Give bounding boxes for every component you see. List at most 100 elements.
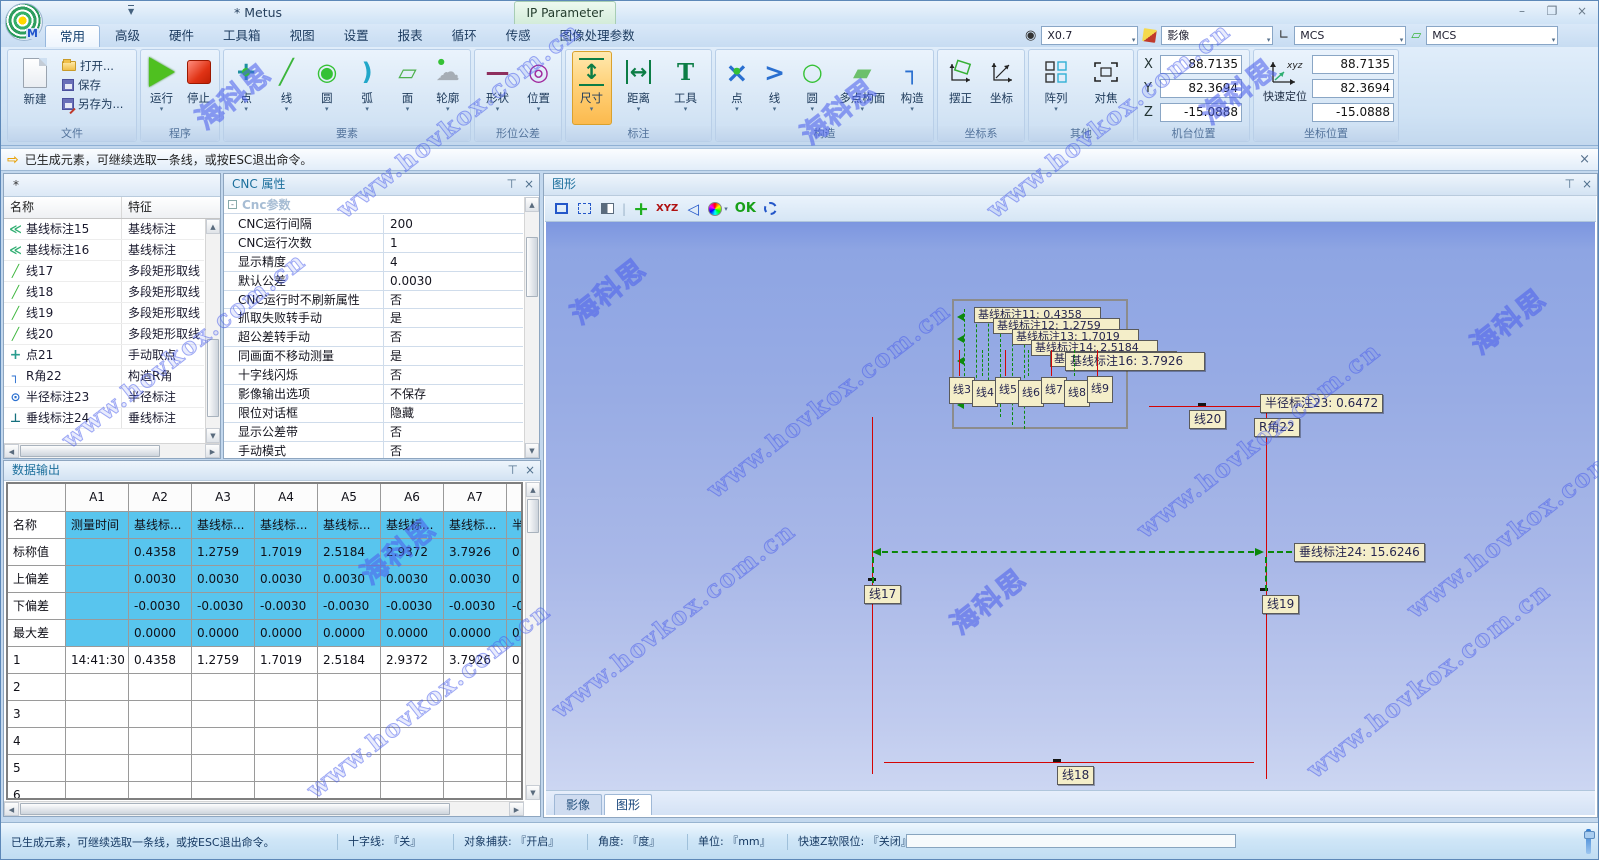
color-picker-button[interactable]: ▾ <box>708 200 728 218</box>
element-button[interactable]: 轮廓 ▾ <box>428 51 468 125</box>
line20-geometry[interactable] <box>1149 406 1262 407</box>
tree-row[interactable]: R角22 构造R角 <box>4 366 204 387</box>
tree-row[interactable]: 线18 多段矩形取线 <box>4 282 204 303</box>
property-value[interactable]: 0.0030 <box>384 272 523 290</box>
maximize-button[interactable]: ❐ <box>1544 4 1560 18</box>
panel-close-icon[interactable]: × <box>525 461 535 480</box>
table-row[interactable]: 5 <box>8 755 521 782</box>
tree-vertical-scrollbar[interactable]: ▲ ▼ <box>205 219 220 443</box>
scroll-right-icon[interactable]: ▶ <box>205 444 220 458</box>
graphics-canvas[interactable]: 基线标注11: 0.4358基线标注12: 1.2759基线标注13: 1.70… <box>546 222 1595 790</box>
save-as-button[interactable]: 另存为... <box>62 94 123 113</box>
table-row[interactable]: 名称 测量时间 基线标... 基线标... 基线标... 基线标... 基线标.… <box>8 512 521 539</box>
perpendicular-dimension-label[interactable]: 垂线标注24: 15.6246 <box>1294 543 1425 562</box>
tree-horizontal-scrollbar[interactable]: ◀ ▶ <box>4 443 220 458</box>
target-icon[interactable]: ◉ <box>1025 29 1036 43</box>
property-value[interactable]: 4 <box>384 253 523 271</box>
ribbon-tab[interactable]: 高级 <box>101 25 154 47</box>
ribbon-tab[interactable]: 视图 <box>276 25 329 47</box>
ribbon-tab[interactable]: 报表 <box>384 25 437 47</box>
element-button[interactable]: 面 ▾ <box>387 51 427 125</box>
table-row[interactable]: 2 <box>8 674 521 701</box>
table-row[interactable]: 3 <box>8 701 521 728</box>
machine-x-value[interactable]: 88.7135 <box>1160 55 1242 74</box>
column-name[interactable]: 名称 <box>4 197 122 218</box>
coordinate-system-combo[interactable]: MCS▾ <box>1294 26 1406 45</box>
table-row[interactable]: 下偏差 -0.0030 -0.0030 -0.0030 -0.0030 -0.0… <box>8 593 521 620</box>
annotate-button[interactable]: 工具 ▾ <box>666 51 706 125</box>
coordinate-button[interactable]: 坐标 <box>982 51 1022 125</box>
new-button[interactable]: 新建 <box>11 52 59 126</box>
scroll-right-icon[interactable]: ▶ <box>509 802 524 816</box>
table-row[interactable]: 标称值 0.4358 1.2759 1.7019 2.5184 2.9372 3… <box>8 539 521 566</box>
line20-label[interactable]: 线20 <box>1189 410 1226 429</box>
tree-row[interactable]: 垂线标注24 垂线标注 <box>4 408 204 429</box>
add-point-button[interactable]: + <box>633 200 649 218</box>
property-value[interactable]: 200 <box>384 215 523 233</box>
scroll-down-icon[interactable]: ▼ <box>525 443 539 458</box>
baseline-dimension-label-front[interactable]: 基线标注16: 3.7926 <box>1065 352 1205 371</box>
table-row[interactable]: 4 <box>8 728 521 755</box>
ribbon-tab[interactable]: 设置 <box>330 25 383 47</box>
xyz-readout-button[interactable]: XYZ <box>656 200 678 218</box>
gdt-button[interactable]: 形状 ▾ <box>478 51 518 125</box>
scroll-left-icon[interactable]: ◀ <box>4 444 19 458</box>
property-row[interactable]: 同画面不移动测量 是 <box>224 347 523 366</box>
data-vertical-scrollbar[interactable]: ▲ ▼ <box>525 482 540 800</box>
table-row[interactable]: 上偏差 0.0030 0.0030 0.0030 0.0030 0.0030 0… <box>8 566 521 593</box>
table-row[interactable]: 最大差 0.0000 0.0000 0.0000 0.0000 0.0000 0… <box>8 620 521 647</box>
property-row[interactable]: 十字线闪烁 否 <box>224 366 523 385</box>
ribbon-tab[interactable]: 图像处理参数 <box>546 25 649 47</box>
machine-y-value[interactable]: 82.3694 <box>1160 79 1242 98</box>
gdt-button[interactable]: 位置 ▾ <box>519 51 559 125</box>
scroll-down-icon[interactable]: ▼ <box>206 428 220 443</box>
status-item[interactable]: 角度: 『度』 <box>587 834 660 850</box>
align-button[interactable]: 摆正 <box>941 51 981 125</box>
ribbon-tab[interactable]: 传感 <box>492 25 545 47</box>
line17-label[interactable]: 线17 <box>864 585 901 604</box>
coord-z-value[interactable]: -15.0888 <box>1312 103 1394 122</box>
z-slider-icon[interactable] <box>1586 829 1591 854</box>
construct-button[interactable]: 圆 ▾ <box>793 51 831 125</box>
line-label-small[interactable]: 线9 <box>1087 376 1113 403</box>
property-row[interactable]: 显示精度 4 <box>224 253 523 272</box>
status-item[interactable]: 十字线: 『关』 <box>337 834 421 850</box>
coordinate-system-combo-2[interactable]: MCS▾ <box>1426 26 1558 45</box>
property-value[interactable]: 不保存 <box>384 385 523 403</box>
view-mode-combo[interactable]: 影像▾ <box>1161 26 1273 45</box>
ribbon-tab[interactable]: 常用 <box>45 25 100 47</box>
element-button[interactable]: 圆 ▾ <box>307 51 347 125</box>
scroll-thumb[interactable] <box>207 339 219 417</box>
machine-z-value[interactable]: -15.0888 <box>1160 103 1242 122</box>
cnc-vertical-scrollbar[interactable]: ▲ ▼ <box>524 197 539 458</box>
fit-view-button[interactable] <box>576 200 592 218</box>
scroll-thumb[interactable] <box>527 499 539 533</box>
property-row[interactable]: 影像输出选项 不保存 <box>224 385 523 404</box>
zoom-level-combo[interactable]: X0.7▾ <box>1041 26 1138 45</box>
rcorner-label[interactable]: R角22 <box>1254 418 1300 437</box>
element-button[interactable]: 点 ▾ <box>226 51 266 125</box>
ribbon-tab[interactable]: 硬件 <box>155 25 208 47</box>
tree-row[interactable]: 基线标注15 基线标注 <box>4 219 204 240</box>
pen-icon[interactable] <box>1143 28 1158 43</box>
circle-select-button[interactable] <box>763 200 779 218</box>
construct-button[interactable]: 线 ▾ <box>756 51 794 125</box>
line18-geometry[interactable] <box>884 762 1254 763</box>
panel-close-icon[interactable]: × <box>1582 174 1592 195</box>
scroll-thumb[interactable] <box>20 803 450 815</box>
pin-icon[interactable]: ⊤ <box>506 174 516 195</box>
pin-icon[interactable]: ⊤ <box>507 461 517 480</box>
pan-button[interactable] <box>599 200 615 218</box>
property-row[interactable]: 限位对话框 隐藏 <box>224 404 523 423</box>
tree-header[interactable]: * <box>4 174 220 197</box>
property-row[interactable]: 抓取失败转手动 是 <box>224 309 523 328</box>
property-value[interactable]: 是 <box>384 347 523 365</box>
tree-row[interactable]: 基线标注16 基线标注 <box>4 240 204 261</box>
property-row[interactable]: 默认公差 0.0030 <box>224 272 523 291</box>
property-row[interactable]: 超公差转手动 否 <box>224 328 523 347</box>
element-button[interactable]: 线 ▾ <box>266 51 306 125</box>
property-row[interactable]: 显示公差带 否 <box>224 423 523 442</box>
ok-button[interactable]: OK <box>735 200 756 218</box>
status-item[interactable]: 快速Z软限位: 『关闭』 <box>787 834 912 850</box>
property-row[interactable]: CNC运行时不刷新属性 否 <box>224 291 523 310</box>
